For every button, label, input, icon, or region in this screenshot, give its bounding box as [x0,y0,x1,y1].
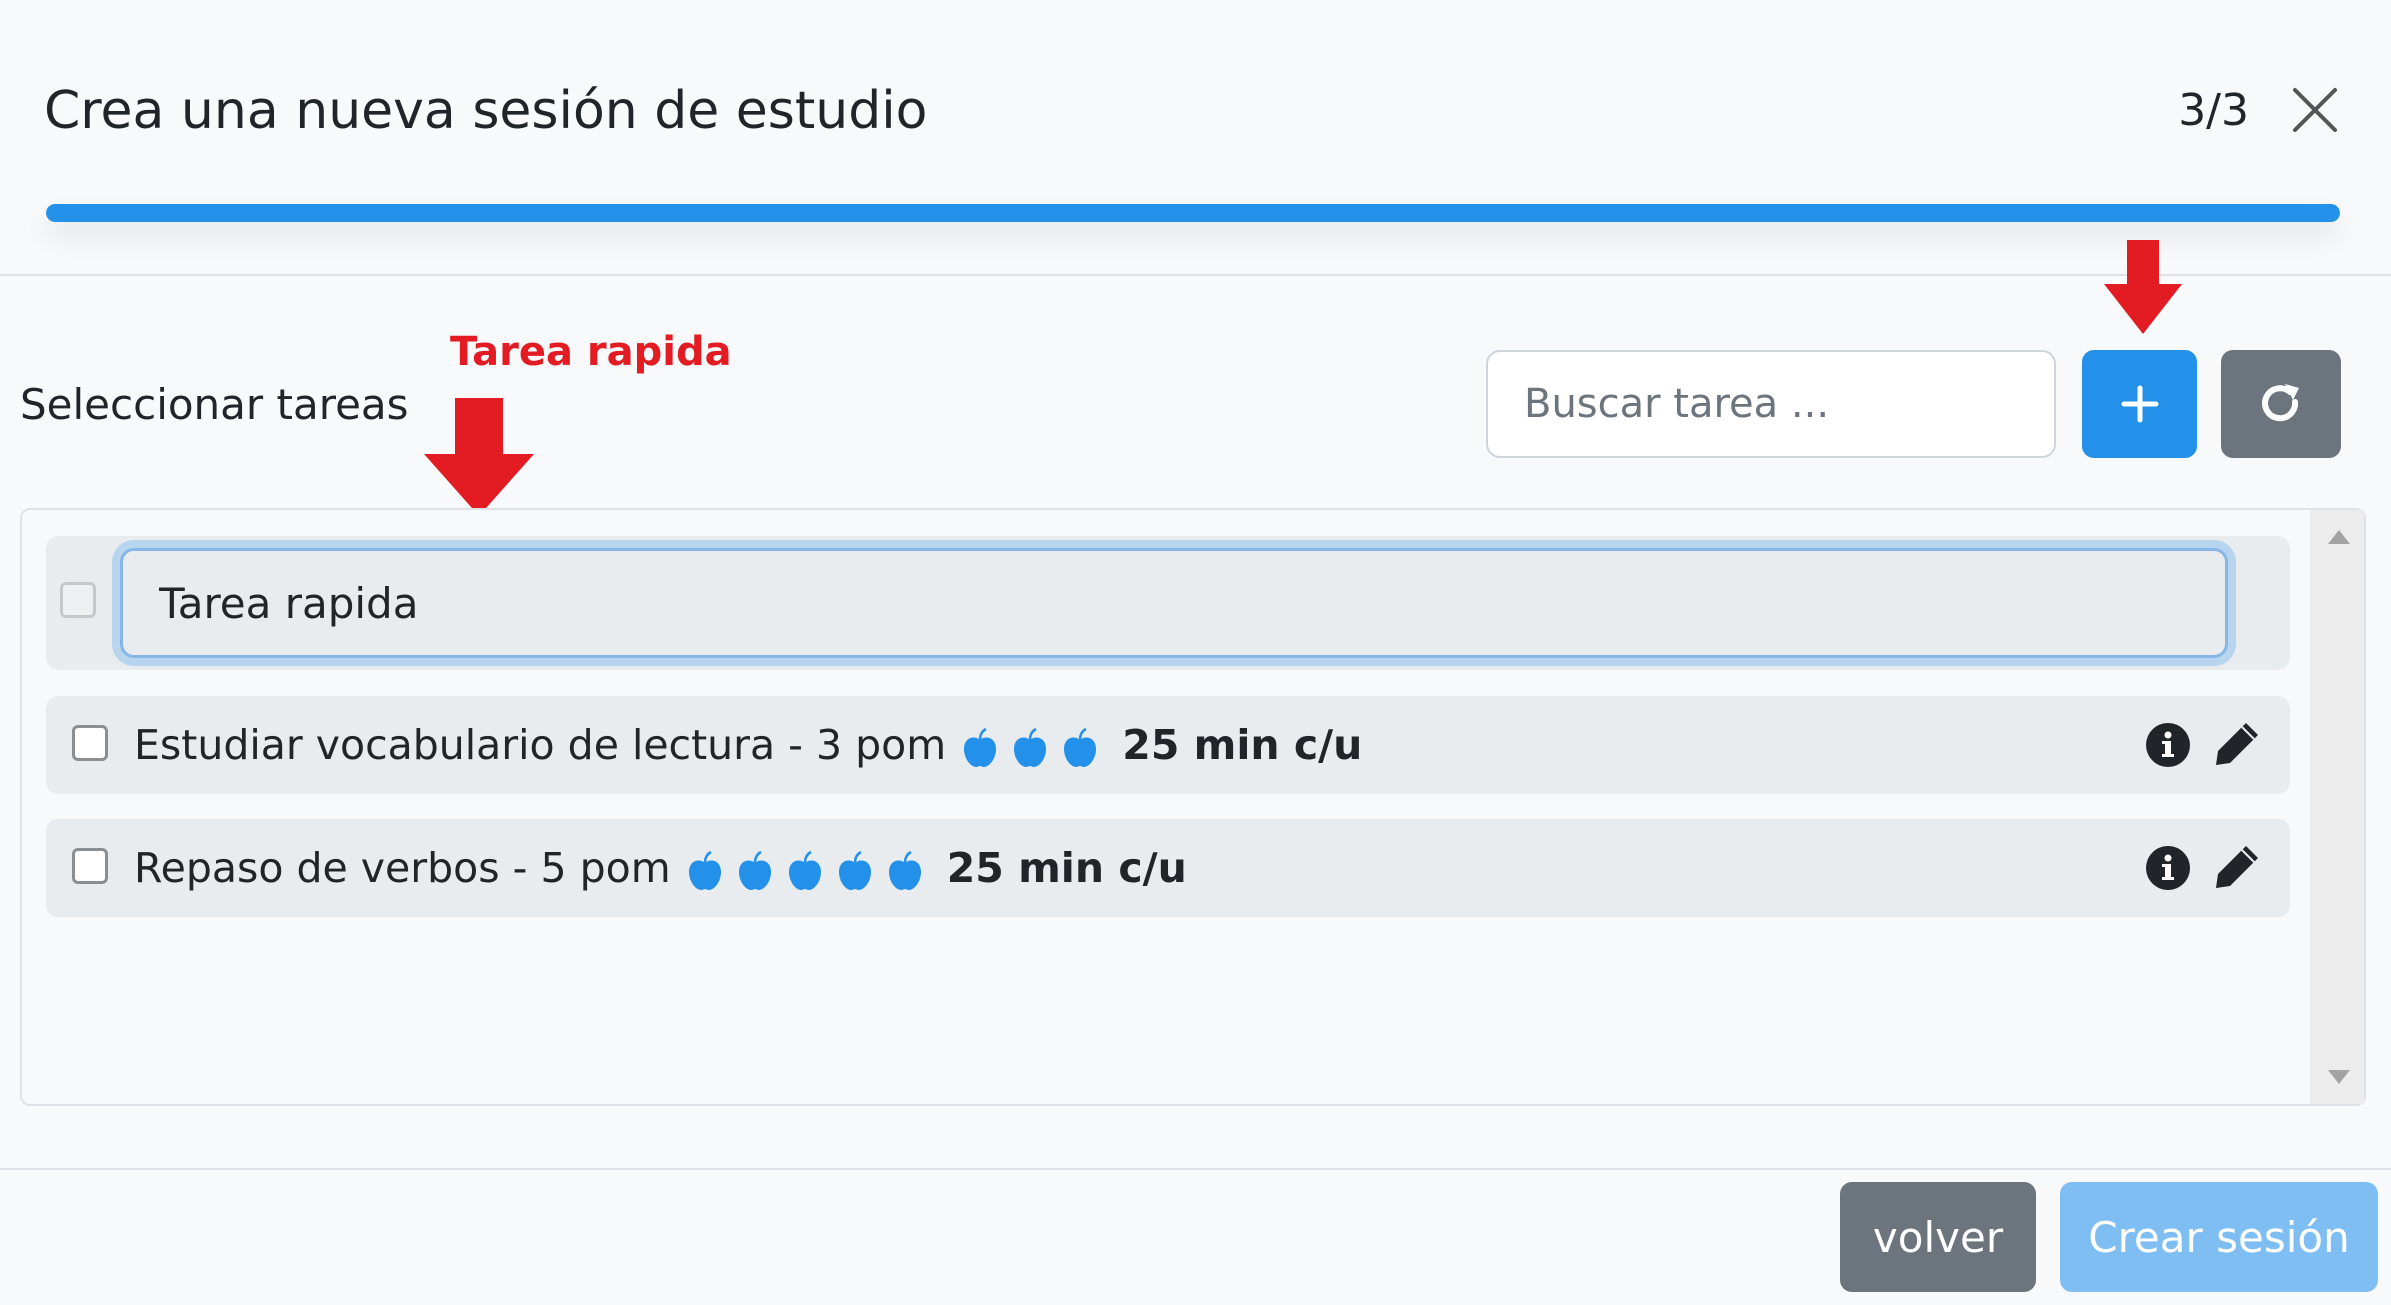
annotation-arrow-add-button [2104,240,2182,334]
apple-icon [1009,727,1051,769]
task-name: Estudiar vocabulario de lectura - [134,721,803,769]
select-tasks-label: Seleccionar tareas [20,380,409,429]
add-task-button[interactable] [2082,350,2197,458]
search-input[interactable] [1486,350,2056,458]
info-icon [2146,723,2190,767]
apple-icon [959,727,1001,769]
pomodoro-icons [684,841,934,895]
task-text: Estudiar vocabulario de lectura - 3 pom … [134,718,1362,772]
edit-button[interactable] [2214,719,2262,767]
refresh-button[interactable] [2221,350,2341,458]
info-icon [2146,846,2190,890]
annotation-arrow-quick-task [424,398,534,516]
task-duration: 25 min c/u [1122,721,1363,769]
refresh-icon [2262,384,2299,422]
create-session-button[interactable]: Crear sesión [2060,1182,2378,1292]
scroll-down-icon[interactable] [2328,1070,2350,1084]
apple-icon [1059,727,1101,769]
task-checkbox[interactable] [72,725,108,761]
scrollbar[interactable] [2310,510,2364,1104]
progress-fill [46,204,2340,222]
info-button[interactable] [2144,721,2192,769]
task-name: Repaso de verbos - [134,844,528,892]
close-icon [2293,88,2337,132]
task-checkbox[interactable] [72,848,108,884]
apple-icon [784,850,826,892]
task-text: Repaso de verbos - 5 pom 25 min c/u [134,841,1187,895]
footer-divider [0,1168,2391,1170]
apple-icon [884,850,926,892]
header-divider [0,274,2391,276]
pencil-icon [2216,846,2258,888]
back-button[interactable]: volver [1840,1182,2036,1292]
quick-task-input[interactable] [120,548,2228,658]
info-button[interactable] [2144,844,2192,892]
quick-task-checkbox[interactable] [60,582,96,618]
step-indicator: 3/3 [2178,85,2249,136]
task-duration: 25 min c/u [946,844,1187,892]
plus-icon [2121,385,2158,423]
edit-button[interactable] [2214,842,2262,890]
modal-title: Crea una nueva sesión de estudio [44,81,928,141]
pomodoro-icons [959,718,1109,772]
close-button[interactable] [2289,84,2341,136]
scroll-up-icon[interactable] [2328,530,2350,544]
annotation-label: Tarea rapida [450,329,732,375]
pom-count: 5 pom [540,844,671,892]
apple-icon [734,850,776,892]
apple-icon [834,850,876,892]
pencil-icon [2216,723,2258,765]
apple-icon [684,850,726,892]
pom-count: 3 pom [816,721,947,769]
progress-bar [46,204,2340,222]
